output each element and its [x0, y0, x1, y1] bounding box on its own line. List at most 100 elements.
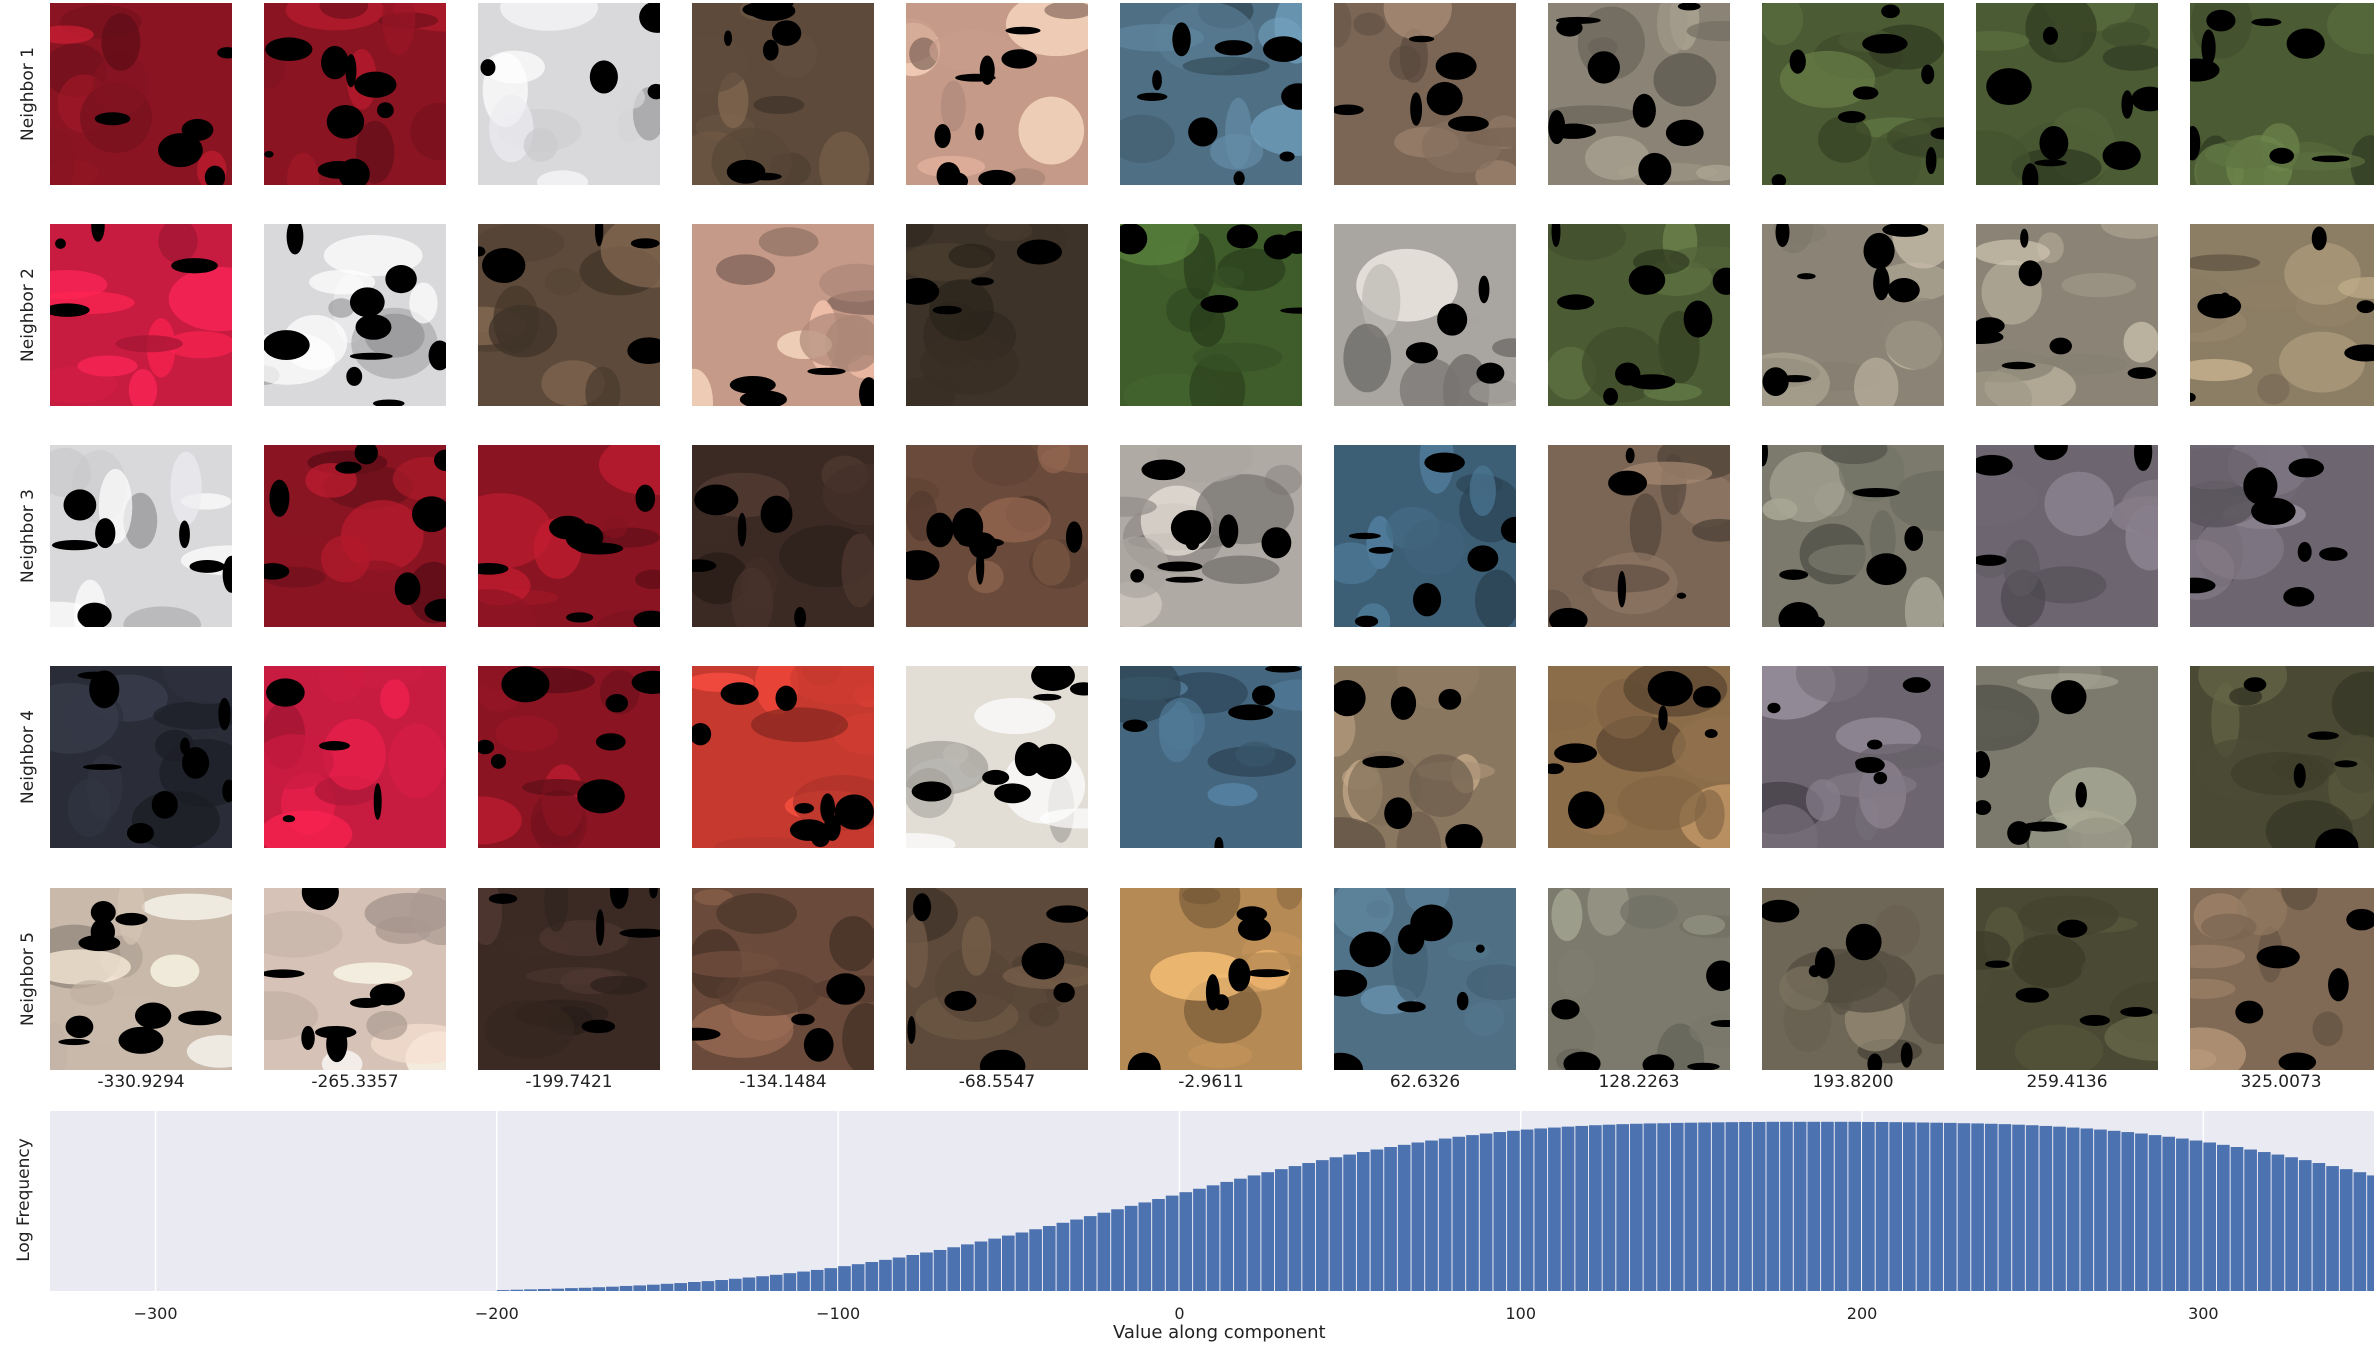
tile-image: [1120, 3, 1302, 185]
histogram-bar: [1042, 1226, 1056, 1291]
histogram-bar: [865, 1262, 879, 1291]
neighbor-image-tile: [264, 224, 446, 406]
histogram-bar: [1629, 1123, 1643, 1291]
histogram-bar: [1275, 1169, 1288, 1291]
histogram-bar: [715, 1280, 728, 1291]
histogram-bars: [496, 1121, 2374, 1291]
histogram-bar: [2326, 1166, 2339, 1291]
x-tick-label: 300: [2188, 1304, 2219, 1323]
histogram-bar: [1657, 1123, 1670, 1291]
tile-image: [1548, 224, 1730, 406]
neighbor-image-tile: [1334, 666, 1516, 848]
histogram-bar: [1111, 1209, 1124, 1291]
neighbor-image-tile: [2190, 3, 2374, 185]
tile-image: [906, 3, 1088, 185]
column-value-label: -2.9611: [1178, 1072, 1244, 1092]
tile-image: [264, 666, 446, 848]
histogram-bar: [1780, 1121, 1793, 1291]
tile-image: [906, 888, 1088, 1070]
histogram-bar: [633, 1285, 647, 1291]
neighbor-image-tile: [50, 666, 232, 848]
neighbor-image-tile: [906, 888, 1088, 1070]
histogram-bar: [1957, 1123, 1971, 1291]
histogram-bar: [1998, 1124, 2012, 1291]
histogram-bar: [1097, 1212, 1111, 1291]
histogram-tick-labels: −300 −200 −100 0 100 200 300: [134, 1304, 2219, 1323]
histogram-bar: [2203, 1142, 2217, 1291]
neighbor-image-tile: [2190, 224, 2374, 406]
neighbor-image-tile: [264, 3, 446, 185]
tile-image: [1334, 445, 1516, 627]
histogram-bar: [1493, 1132, 1507, 1291]
histogram-bar: [1602, 1124, 1616, 1291]
histogram-bar: [1971, 1123, 1984, 1291]
histogram-bar: [1670, 1122, 1684, 1291]
tile-image: [1548, 445, 1730, 627]
histogram-bar: [524, 1289, 537, 1291]
histogram-bar: [1466, 1135, 1479, 1291]
histogram-bar: [961, 1244, 974, 1291]
histogram-bar: [1152, 1199, 1165, 1291]
histogram-bar: [2271, 1154, 2285, 1291]
histogram-bar: [1343, 1154, 1356, 1291]
tile-image: [1120, 666, 1302, 848]
tile-image: [1334, 666, 1516, 848]
tile-image: [50, 888, 232, 1070]
histogram-bar: [1247, 1175, 1261, 1291]
histogram-bar: [947, 1247, 961, 1291]
histogram-bar: [1384, 1147, 1397, 1291]
histogram-bar: [1548, 1127, 1561, 1291]
neighbor-image-tile: [50, 445, 232, 627]
histogram-bar: [1889, 1122, 1903, 1291]
tile-image: [478, 3, 660, 185]
row-label-neighbor-5: Neighbor 5: [18, 932, 38, 1026]
neighbor-image-tile: [1548, 224, 1730, 406]
histogram-bar: [1520, 1129, 1534, 1291]
tile-image: [1334, 224, 1516, 406]
histogram-bar: [988, 1238, 1001, 1291]
neighbor-image-tile: [478, 445, 660, 627]
histogram-bar: [1165, 1195, 1179, 1291]
histogram-bar: [974, 1241, 988, 1291]
histogram-bar: [1220, 1181, 1234, 1291]
neighbor-image-tile: [50, 888, 232, 1070]
column-value-label: 193.8200: [1812, 1072, 1894, 1092]
neighbor-image-tile: [1976, 445, 2158, 627]
histogram-bar: [2217, 1144, 2230, 1291]
x-tick-label: −100: [816, 1304, 860, 1323]
histogram-bar: [851, 1264, 865, 1291]
column-value-label: 62.6326: [1389, 1072, 1461, 1092]
histogram-bar: [2121, 1132, 2135, 1291]
histogram-bar: [1752, 1121, 1766, 1291]
neighbor-image-tile: [1334, 445, 1516, 627]
neighbor-image-tile: [1762, 3, 1944, 185]
histogram-bar: [2367, 1175, 2374, 1291]
tile-image: [906, 666, 1088, 848]
histogram-bar: [797, 1271, 810, 1291]
neighbor-image-tile: [264, 888, 446, 1070]
tile-image: [2190, 888, 2374, 1070]
neighbor-image-tile: [264, 445, 446, 627]
histogram-bar: [1916, 1122, 1930, 1291]
tile-image: [1548, 3, 1730, 185]
histogram-bar: [1438, 1138, 1452, 1291]
neighbor-image-tile: [692, 3, 874, 185]
histogram-bar: [2107, 1130, 2121, 1291]
neighbor-image-tile: [2190, 888, 2374, 1070]
tile-image: [1762, 224, 1944, 406]
histogram-bar: [2339, 1169, 2353, 1291]
histogram-bar: [551, 1288, 565, 1291]
histogram-bar: [2353, 1172, 2367, 1291]
tile-image: [2190, 224, 2374, 406]
histogram-bar: [592, 1287, 606, 1291]
histogram-bar: [496, 1290, 510, 1291]
neighbor-image-tile: [906, 224, 1088, 406]
neighbor-image-tile: [906, 666, 1088, 848]
tile-image: [478, 445, 660, 627]
histogram-bar: [1930, 1122, 1943, 1291]
tile-image: [1762, 445, 1944, 627]
neighbor-image-tile: [478, 224, 660, 406]
histogram-bar: [810, 1269, 824, 1291]
neighbor-image-tile: [1976, 666, 2158, 848]
histogram-bar: [2148, 1135, 2162, 1291]
